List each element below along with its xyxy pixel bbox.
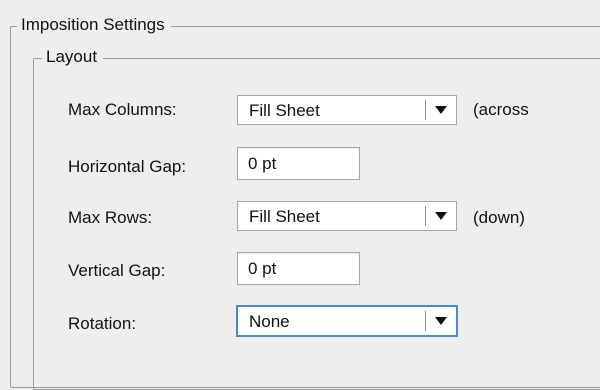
max-columns-value: Fill Sheet (249, 101, 320, 120)
horizontal-gap-label: Horizontal Gap: (68, 157, 187, 176)
horizontal-gap-field[interactable]: 0 pt (237, 147, 360, 180)
max-rows-hint: (down) (473, 208, 525, 227)
chevron-down-icon[interactable] (435, 106, 447, 114)
select-divider (425, 100, 426, 120)
chevron-down-icon[interactable] (435, 212, 447, 220)
rotation-value: None (249, 312, 290, 331)
imposition-settings-title: Imposition Settings (17, 15, 171, 35)
vertical-gap-value: 0 pt (248, 259, 277, 278)
select-divider (425, 311, 426, 331)
vertical-gap-label: Vertical Gap: (68, 261, 166, 280)
horizontal-gap-value: 0 pt (248, 154, 277, 173)
rotation-label: Rotation: (68, 314, 137, 333)
max-rows-select[interactable]: Fill Sheet (237, 201, 457, 231)
max-columns-select[interactable]: Fill Sheet (237, 95, 457, 125)
vertical-gap-field[interactable]: 0 pt (237, 252, 360, 285)
max-rows-value: Fill Sheet (249, 207, 320, 226)
rotation-select[interactable]: None (236, 305, 458, 337)
chevron-down-icon[interactable] (435, 317, 447, 325)
max-rows-label: Max Rows: (68, 208, 153, 227)
max-columns-hint: (across (473, 100, 529, 119)
layout-title: Layout (42, 47, 104, 67)
max-columns-label: Max Columns: (68, 100, 177, 119)
select-divider (425, 206, 426, 226)
